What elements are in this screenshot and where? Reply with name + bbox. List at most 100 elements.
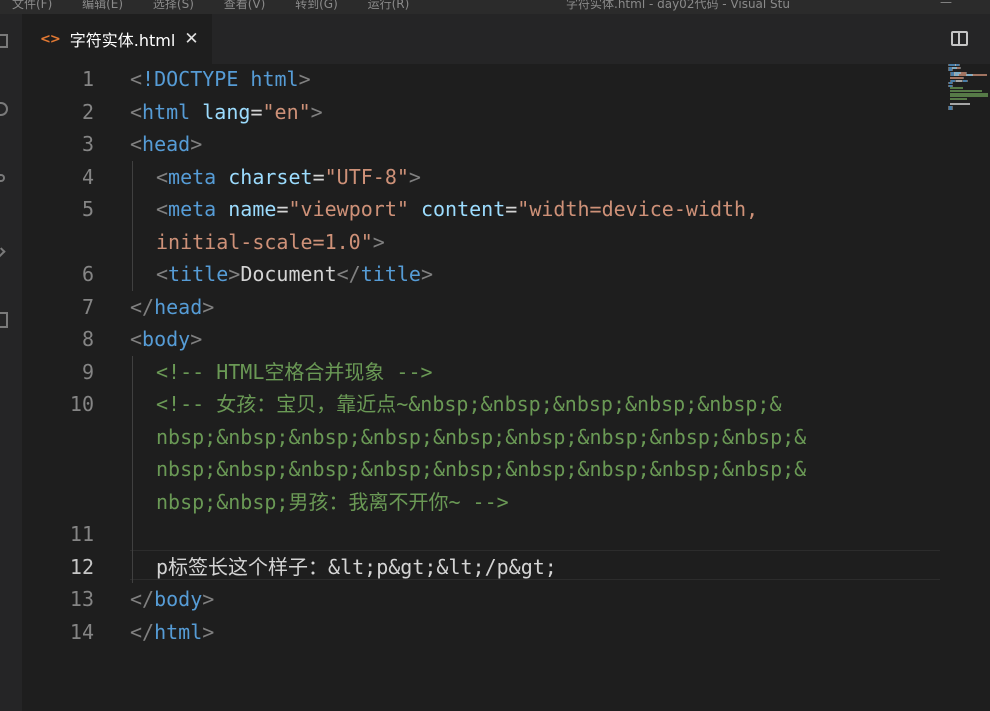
run-debug-icon[interactable] bbox=[0, 247, 6, 259]
indent-guide bbox=[132, 160, 133, 193]
code-line[interactable]: nbsp;&nbsp;男孩：我离不开你~ --> bbox=[22, 486, 990, 518]
code-token-tag: body bbox=[142, 327, 191, 351]
indent-guide bbox=[132, 518, 133, 551]
code-token-punct: > bbox=[298, 67, 311, 91]
code-token-punct: > bbox=[202, 587, 215, 611]
code-token-tag: !DOCTYPE bbox=[142, 67, 239, 91]
code-text: nbsp;&nbsp;男孩：我离不开你~ --> bbox=[156, 486, 509, 518]
menu-selection[interactable]: 选择(S) bbox=[153, 0, 194, 11]
code-line[interactable]: 9 <!-- HTML空格合并现象 --> bbox=[22, 356, 990, 388]
code-token-punct: < bbox=[130, 67, 143, 91]
menu-go[interactable]: 转到(G) bbox=[295, 0, 338, 11]
code-token-tag: html bbox=[250, 67, 299, 91]
tab-file[interactable]: <> 字符实体.html ✕ bbox=[22, 14, 212, 64]
code-line[interactable]: 14 </html> bbox=[22, 616, 990, 648]
code-token-punct: > bbox=[202, 619, 215, 644]
code-token-str: initial-scale=1.0" bbox=[156, 229, 373, 254]
code-line[interactable]: nbsp;&nbsp;&nbsp;&nbsp;&nbsp;&nbsp;&nbsp… bbox=[22, 421, 990, 453]
code-token-punct: </ bbox=[130, 619, 155, 644]
code-line[interactable]: 7 </head> bbox=[22, 291, 990, 323]
line-number: 13 bbox=[69, 587, 94, 611]
line-number: 7 bbox=[81, 294, 94, 319]
code-token-comment: nbsp;&nbsp;&nbsp;&nbsp;&nbsp;&nbsp;&nbsp… bbox=[156, 424, 807, 449]
code-line[interactable]: initial-scale=1.0"> bbox=[22, 226, 990, 258]
code-token-punct: </ bbox=[336, 262, 361, 286]
indent-guide bbox=[132, 193, 133, 226]
window-title: 字符实体.html - day02代码 - Visual Stu bbox=[566, 0, 790, 11]
code-line[interactable]: 4 <meta charset="UTF-8"> bbox=[22, 161, 990, 193]
code-token-punct: < bbox=[156, 197, 169, 221]
code-token-text: Document bbox=[240, 262, 337, 286]
code-text: <title>Document</title> bbox=[156, 258, 433, 290]
search-icon[interactable] bbox=[0, 102, 8, 116]
code-line[interactable]: 10 <!-- 女孩：宝贝，靠近点~&nbsp;&nbsp;&nbsp;&nbsp… bbox=[22, 388, 990, 420]
source-control-icon[interactable] bbox=[0, 174, 5, 182]
code-line[interactable]: nbsp;&nbsp;&nbsp;&nbsp;&nbsp;&nbsp;&nbsp… bbox=[22, 453, 990, 485]
menu-edit[interactable]: 编辑(E) bbox=[82, 0, 123, 11]
tab-label: 字符实体.html bbox=[69, 31, 176, 50]
line-number: 9 bbox=[81, 359, 94, 384]
code-token-attr: charset bbox=[228, 164, 313, 189]
code-token-punct: > bbox=[310, 99, 323, 124]
code-text: </body> bbox=[130, 583, 214, 615]
code-text: <html lang="en"> bbox=[130, 96, 323, 128]
code-line[interactable]: 1 <!DOCTYPE html> bbox=[22, 63, 990, 95]
code-line[interactable]: 8 <body> bbox=[22, 323, 990, 355]
menu-run[interactable]: 运行(R) bbox=[368, 0, 410, 11]
code-line[interactable]: 6 <title>Document</title> bbox=[22, 258, 990, 290]
minimize-icon[interactable]: — bbox=[940, 0, 952, 9]
code-line[interactable]: 11 bbox=[22, 518, 990, 550]
indent-guide bbox=[132, 388, 133, 421]
tab-bar: <> 字符实体.html ✕ bbox=[22, 14, 990, 64]
code-text: <!-- 女孩：宝贝，靠近点~&nbsp;&nbsp;&nbsp;&nbsp;&… bbox=[156, 388, 782, 420]
code-token-punct: > bbox=[408, 164, 421, 189]
activity-bar bbox=[0, 14, 22, 711]
code-token-punct: > bbox=[202, 294, 215, 319]
code-text: <!DOCTYPE html> bbox=[130, 63, 311, 95]
code-token-text: p标签长这个样子：&lt;p&gt;&lt;/p&gt; bbox=[156, 554, 557, 579]
code-token-text: = bbox=[250, 99, 263, 124]
code-text: p标签长这个样子：&lt;p&gt;&lt;/p&gt; bbox=[156, 551, 557, 583]
indent-guide bbox=[132, 355, 133, 388]
code-token-text: = bbox=[312, 164, 325, 189]
code-text: <head> bbox=[130, 128, 202, 160]
code-line[interactable]: 3 <head> bbox=[22, 128, 990, 160]
line-number: 11 bbox=[69, 522, 94, 546]
close-icon[interactable]: ✕ bbox=[184, 29, 198, 49]
line-number: 6 bbox=[81, 262, 94, 286]
line-number: 3 bbox=[81, 132, 94, 156]
code-token-str: "UTF-8" bbox=[324, 164, 409, 189]
code-token-comment: <!-- 女孩：宝贝，靠近点~&nbsp;&nbsp;&nbsp;&nbsp;&… bbox=[156, 392, 782, 416]
code-line[interactable]: 5 <meta name="viewport" content="width=de… bbox=[22, 193, 990, 225]
code-text: nbsp;&nbsp;&nbsp;&nbsp;&nbsp;&nbsp;&nbsp… bbox=[156, 453, 806, 485]
line-number: 12 bbox=[69, 554, 94, 579]
code-token-tag: body bbox=[154, 587, 203, 611]
code-token-tag: meta bbox=[168, 164, 217, 189]
code-token-str: "en" bbox=[262, 99, 311, 124]
code-text: <body> bbox=[130, 323, 202, 355]
code-line[interactable]: 12 p标签长这个样子：&lt;p&gt;&lt;/p&gt; bbox=[22, 551, 990, 583]
code-token-comment: nbsp;&nbsp;&nbsp;&nbsp;&nbsp;&nbsp;&nbsp… bbox=[156, 457, 807, 481]
menu-view[interactable]: 查看(V) bbox=[224, 0, 266, 11]
code-editor[interactable]: 1 <!DOCTYPE html> 2 <html lang="en"> 3 <head>… bbox=[22, 64, 990, 711]
code-token-str: "viewport" bbox=[288, 197, 409, 221]
code-text: </html> bbox=[130, 616, 214, 648]
code-token-punct: </ bbox=[130, 587, 155, 611]
code-token-punct: > bbox=[372, 229, 385, 254]
code-line[interactable]: 2 <html lang="en"> bbox=[22, 96, 990, 128]
explorer-icon[interactable] bbox=[0, 34, 8, 48]
code-token-attr: content bbox=[420, 197, 506, 221]
code-token-text: = bbox=[276, 197, 289, 221]
line-number: 1 bbox=[81, 67, 94, 91]
menu-file[interactable]: 文件(F) bbox=[12, 0, 52, 11]
extensions-icon[interactable] bbox=[0, 312, 8, 328]
code-token-attr: lang bbox=[202, 99, 251, 124]
line-number: 4 bbox=[81, 164, 94, 189]
split-editor-icon[interactable] bbox=[951, 31, 968, 46]
code-line[interactable]: 13 </body> bbox=[22, 583, 990, 615]
line-number: 8 bbox=[81, 327, 94, 351]
